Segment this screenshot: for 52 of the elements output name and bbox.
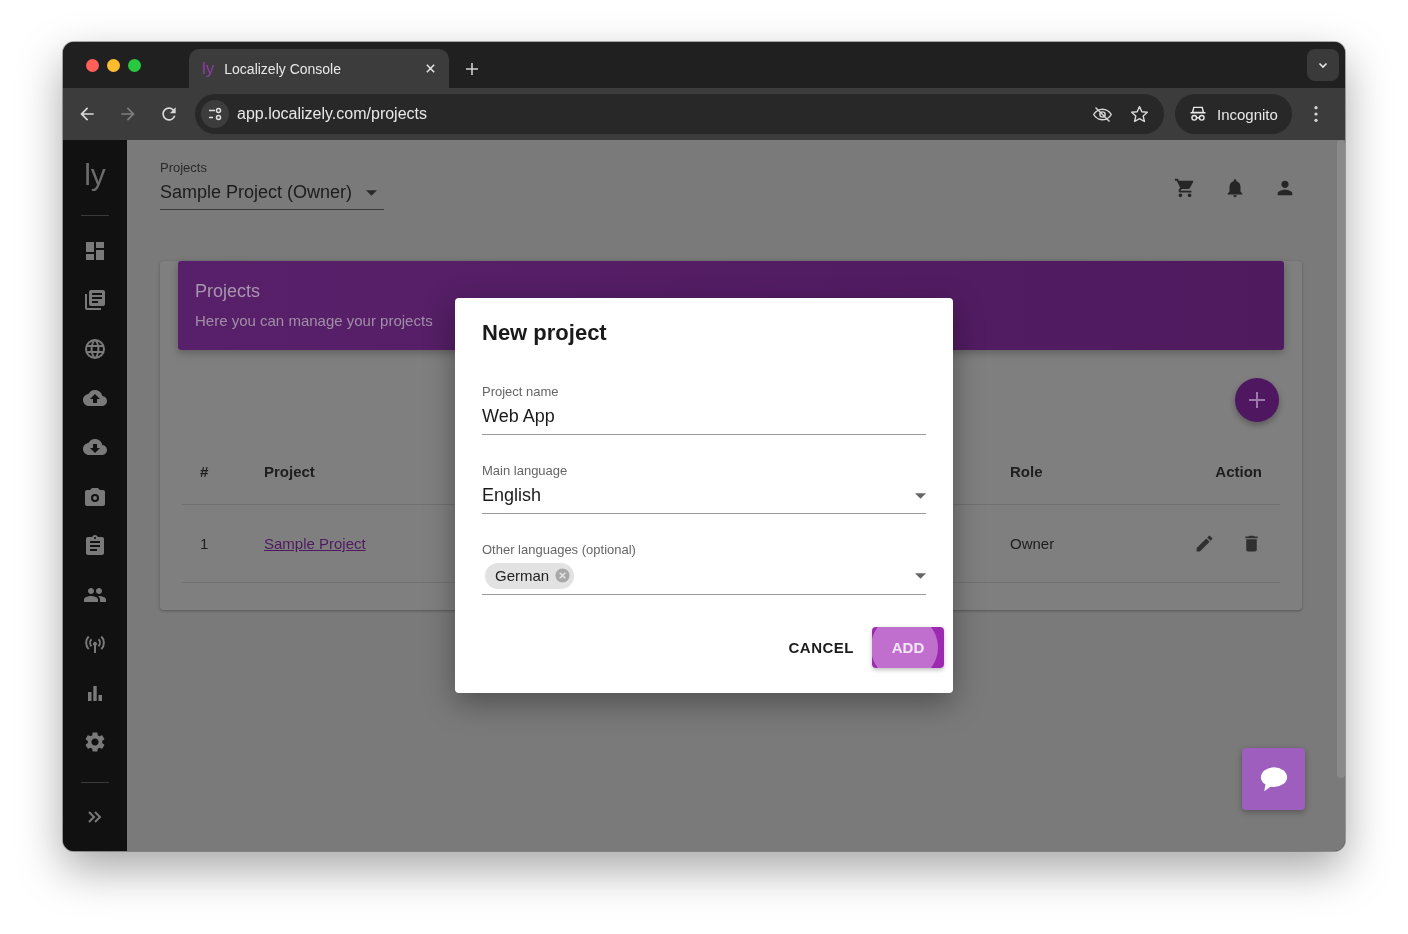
add-project-button[interactable]: [1235, 378, 1279, 422]
plus-icon: [1247, 390, 1267, 410]
edit-icon[interactable]: [1194, 533, 1215, 554]
dropdown-icon: [366, 189, 378, 196]
banner-title: Projects: [195, 281, 262, 302]
project-label: Projects: [160, 160, 208, 175]
column-header: #: [200, 462, 209, 480]
browser-tab[interactable]: ly Localizely Console: [189, 49, 449, 88]
site-settings-icon[interactable]: [201, 100, 229, 128]
clipboard-icon[interactable]: [83, 533, 107, 558]
language-chip[interactable]: German: [485, 562, 575, 589]
chip-label: German: [495, 567, 550, 584]
reload-icon[interactable]: [159, 104, 179, 124]
dialog-title: New project: [482, 320, 608, 346]
multi-select-field[interactable]: German: [482, 557, 926, 595]
tab-search-button[interactable]: [1307, 49, 1339, 81]
field-label: Project name: [482, 384, 560, 399]
tab-title: Localizely Console: [224, 60, 342, 77]
dropdown-icon: [915, 572, 926, 579]
url-text: app.localizely.com/projects: [237, 105, 427, 123]
close-window-icon[interactable]: [86, 59, 99, 72]
books-icon[interactable]: [83, 287, 107, 312]
star-icon[interactable]: [1129, 103, 1150, 125]
address-bar[interactable]: app.localizely.com/projects: [195, 94, 1164, 134]
select-field[interactable]: English: [482, 478, 926, 514]
close-icon[interactable]: [425, 63, 436, 74]
incognito-icon: [1188, 104, 1208, 124]
cart-icon[interactable]: [1174, 177, 1196, 199]
logo[interactable]: ly: [84, 158, 106, 200]
incognito-button[interactable]: Incognito: [1175, 94, 1292, 134]
maximize-window-icon[interactable]: [128, 59, 141, 72]
input-field[interactable]: Web App: [482, 399, 926, 435]
new-tab-icon[interactable]: [465, 62, 479, 76]
column-header: Role: [1010, 462, 1043, 480]
globe-icon[interactable]: [83, 336, 107, 361]
cancel-button[interactable]: CANCEL: [779, 631, 863, 664]
dropdown-icon: [915, 492, 926, 499]
more-icon[interactable]: [1312, 105, 1319, 123]
minimize-window-icon[interactable]: [107, 59, 120, 72]
field-label: Other languages (optional): [482, 542, 637, 557]
chat-button[interactable]: [1242, 748, 1305, 810]
column-header: Action: [1215, 462, 1262, 480]
table-cell: 1: [200, 535, 209, 552]
column-header: Project: [264, 462, 315, 480]
chat-bubble-icon: [1258, 765, 1289, 793]
tab-favicon: ly: [202, 58, 215, 79]
scrollbar[interactable]: [1337, 140, 1345, 778]
table-cell: Owner: [1010, 535, 1055, 552]
field-label: Main language: [482, 463, 569, 478]
project-select[interactable]: Sample Project (Owner): [160, 177, 384, 210]
banner-subtitle: Here you can manage your projects: [195, 312, 434, 329]
settings-icon[interactable]: [83, 730, 107, 755]
